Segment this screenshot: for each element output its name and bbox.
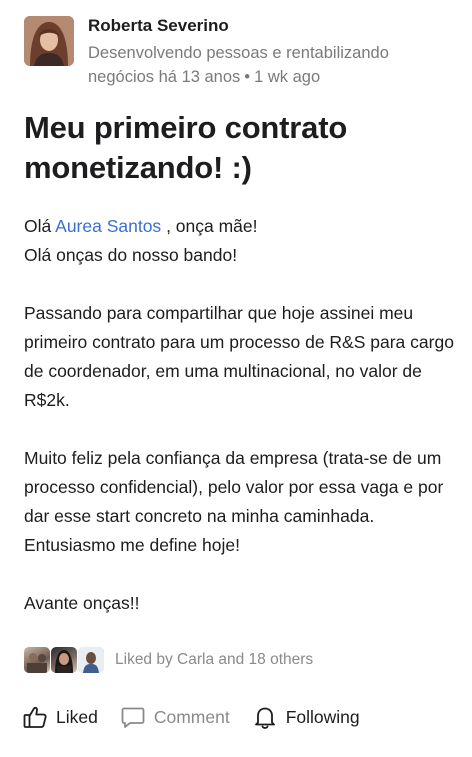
author-info: Roberta Severino Desenvolvendo pessoas e… [88, 14, 454, 89]
reactor-avatar [78, 647, 104, 673]
reactor-avatar [51, 647, 77, 673]
greeting-line: Olá Aurea Santos , onça mãe! [24, 212, 454, 241]
reactor-avatar [24, 647, 50, 673]
mention-link[interactable]: Aurea Santos [55, 216, 161, 236]
greeting-suffix: , onça mãe! [166, 216, 258, 236]
post-title: Meu primeiro contrato monetizando! :) [24, 110, 348, 185]
thumbs-up-icon [22, 704, 56, 730]
liked-by-text[interactable]: Liked by Carla and 18 others [115, 651, 313, 669]
reactions-summary[interactable]: Liked by Carla and 18 others [24, 645, 313, 675]
bell-icon [252, 704, 286, 730]
separator-dot: • [244, 68, 251, 86]
liked-label: Liked [56, 706, 98, 727]
body-paragraph-2: Passando para compartilhar que hoje assi… [24, 303, 454, 410]
comment-button[interactable]: Comment [120, 704, 230, 730]
author-name[interactable]: Roberta Severino [88, 14, 454, 38]
greeting-prefix: Olá [24, 216, 52, 236]
post: Roberta Severino Desenvolvendo pessoas e… [0, 0, 472, 757]
author-row[interactable]: Roberta Severino Desenvolvendo pessoas e… [24, 14, 454, 89]
following-button[interactable]: Following [252, 704, 360, 730]
post-body: Olá Aurea Santos , onça mãe! Olá onças d… [24, 212, 454, 618]
author-avatar[interactable] [24, 16, 74, 66]
speech-bubble-icon [120, 704, 154, 730]
action-bar: Liked Comment Following [22, 700, 382, 734]
author-headline-text: Desenvolvendo pessoas e rentabilizando n… [88, 44, 389, 86]
body-closing: Avante onças!! [24, 593, 140, 613]
body-line-2: Olá onças do nosso bando! [24, 245, 238, 265]
author-headline: Desenvolvendo pessoas e rentabilizando n… [88, 41, 454, 89]
following-label: Following [285, 706, 360, 727]
post-time: 1 wk ago [254, 68, 321, 86]
body-paragraph-3: Muito feliz pela confiança da empresa (t… [24, 448, 444, 555]
comment-label: Comment [153, 706, 230, 727]
liked-button[interactable]: Liked [22, 704, 98, 730]
